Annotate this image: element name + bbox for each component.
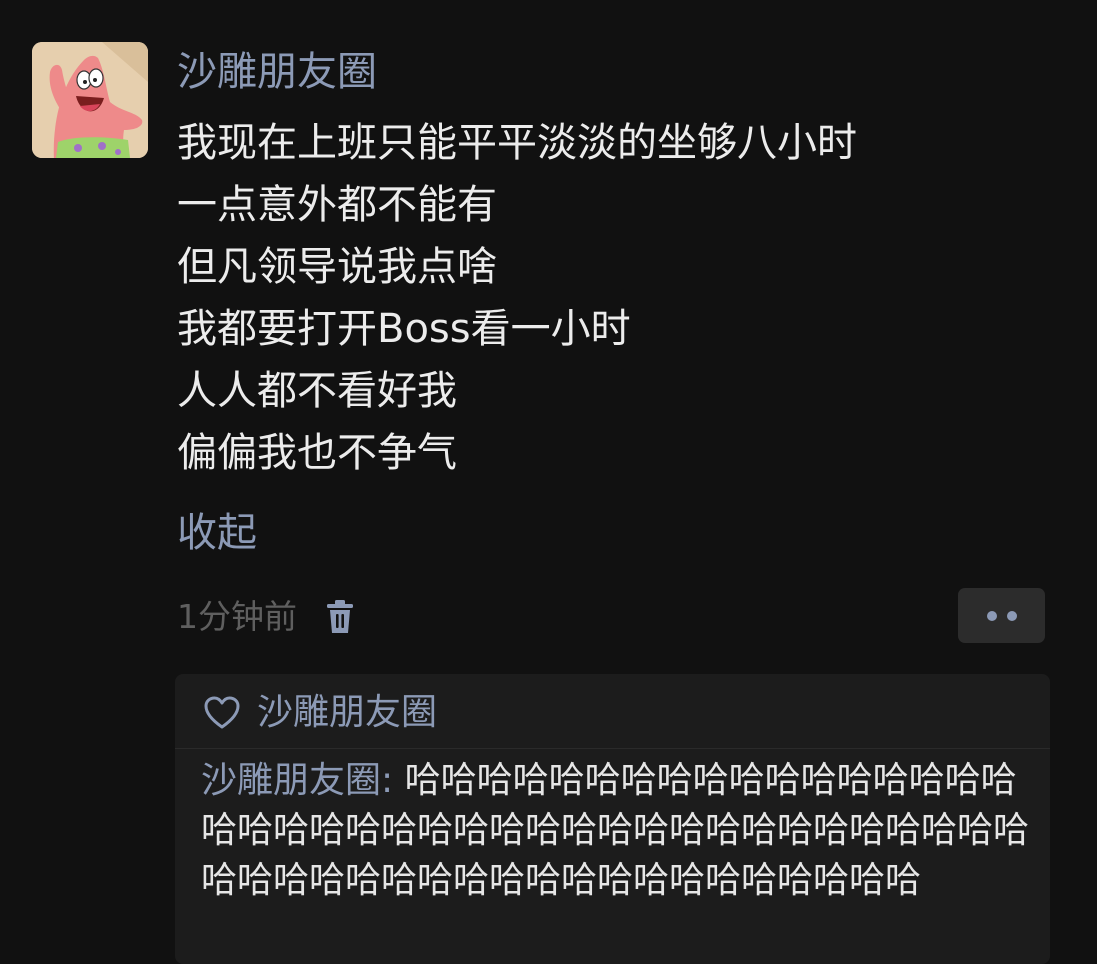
post-username[interactable]: 沙雕朋友圈 (177, 46, 377, 98)
post-text-line: 但凡领导说我点啥 (177, 244, 497, 290)
post-text-line: 我现在上班只能平平淡淡的坐够八小时 (177, 120, 857, 166)
interaction-panel: 沙雕朋友圈 沙雕朋友圈: 哈哈哈哈哈哈哈哈哈哈哈哈哈哈哈哈哈哈哈哈哈哈哈哈哈哈哈… (175, 674, 1050, 964)
more-options-button[interactable] (958, 588, 1045, 643)
post-meta-row: 1分钟前 (177, 594, 355, 640)
more-dots-icon (1006, 610, 1017, 621)
collapse-link[interactable]: 收起 (177, 506, 257, 560)
likes-row: 沙雕朋友圈 (203, 688, 437, 738)
heart-icon (203, 696, 241, 730)
post-text-line: 我都要打开Boss看一小时 (177, 306, 631, 352)
divider (175, 748, 1050, 749)
trash-icon[interactable] (325, 599, 355, 635)
post-body: 我现在上班只能平平淡淡的坐够八小时 一点意外都不能有 但凡领导说我点啥 我都要打… (177, 112, 857, 484)
more-dots-icon (986, 610, 997, 621)
post-text-line: 人人都不看好我 (177, 368, 457, 414)
comment[interactable]: 沙雕朋友圈: 哈哈哈哈哈哈哈哈哈哈哈哈哈哈哈哈哈哈哈哈哈哈哈哈哈哈哈哈哈哈哈哈哈… (201, 756, 1031, 906)
patrick-star-avatar-icon (32, 42, 148, 158)
comment-author[interactable]: 沙雕朋友圈 (201, 760, 381, 801)
comment-separator: : (381, 760, 405, 801)
like-user-name[interactable]: 沙雕朋友圈 (257, 689, 437, 737)
avatar[interactable] (32, 42, 148, 158)
post-text-line: 一点意外都不能有 (177, 182, 497, 228)
post-timestamp: 1分钟前 (177, 597, 297, 636)
post-text-line: 偏偏我也不争气 (177, 430, 457, 476)
